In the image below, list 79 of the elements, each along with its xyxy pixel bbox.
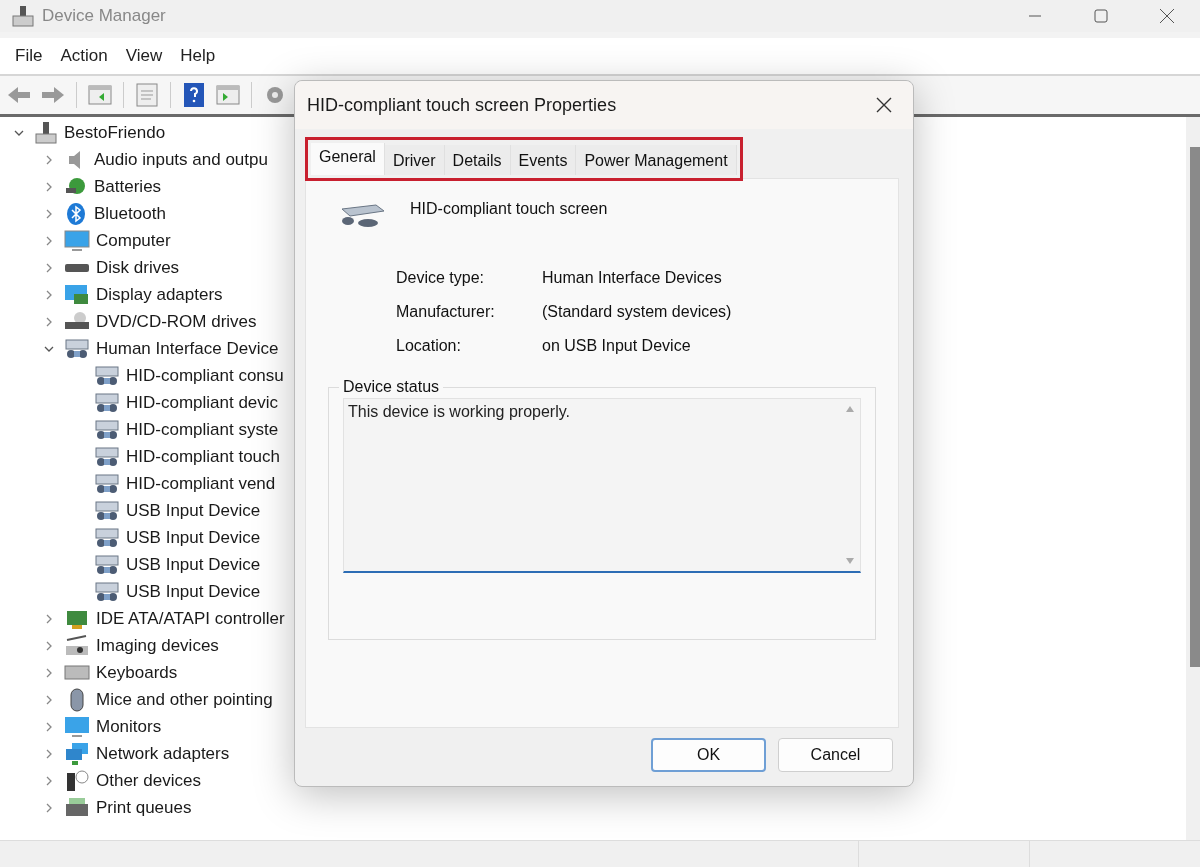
scroll-up-icon[interactable] <box>845 405 855 413</box>
menu-item[interactable]: Help <box>171 44 225 68</box>
tree-item-label[interactable]: Batteries <box>94 176 162 197</box>
status-text-box[interactable]: This device is working properly. <box>343 398 861 573</box>
tree-item-label[interactable]: DVD/CD-ROM drives <box>96 311 257 332</box>
display-adapter-icon <box>64 282 90 307</box>
tree-item-label[interactable]: Monitors <box>96 716 162 737</box>
chevron-right-icon[interactable] <box>44 748 54 759</box>
status-text: This device is working properly. <box>347 402 571 422</box>
unknown-device-icon <box>64 768 90 793</box>
property-value: Human Interface Devices <box>542 269 723 287</box>
tree-item-label[interactable]: Computer <box>96 230 171 251</box>
maximize-icon[interactable] <box>1094 9 1108 23</box>
camera-icon <box>64 633 90 658</box>
chevron-right-icon[interactable] <box>44 208 54 219</box>
tree-item-label[interactable]: Display adapters <box>96 284 223 305</box>
chevron-right-icon[interactable] <box>44 613 54 624</box>
tab[interactable]: Events <box>510 145 577 175</box>
window-title: Device Manager <box>42 6 166 26</box>
chevron-right-icon[interactable] <box>44 694 54 705</box>
device-name: HID-compliant touch screen <box>410 200 608 218</box>
chevron-right-icon[interactable] <box>44 154 54 165</box>
chevron-right-icon[interactable] <box>44 181 54 192</box>
app-icon <box>12 5 34 27</box>
tab[interactable]: Power Management <box>576 145 737 175</box>
tree-item-label[interactable]: Bluetooth <box>94 203 166 224</box>
tree-item-label[interactable]: Human Interface Device <box>96 338 279 359</box>
chevron-right-icon[interactable] <box>44 262 54 273</box>
tree-item-label[interactable]: HID-compliant devic <box>126 392 279 413</box>
tree-item-label[interactable]: Audio inputs and outpu <box>94 149 268 170</box>
monitor-icon <box>64 228 90 253</box>
scrollbar-thumb[interactable] <box>1190 147 1200 667</box>
menu-item[interactable]: View <box>116 44 172 68</box>
menu-item[interactable]: File <box>6 44 52 68</box>
computer-icon <box>34 120 58 145</box>
tab[interactable]: Driver <box>384 145 445 175</box>
monitor-icon <box>64 714 90 739</box>
close-icon[interactable] <box>1159 8 1175 24</box>
tab[interactable]: General <box>311 143 385 175</box>
scroll-down-icon[interactable] <box>845 557 855 565</box>
tree-item-label[interactable]: IDE ATA/ATAPI controller <box>96 608 285 629</box>
chevron-right-icon[interactable] <box>44 316 54 327</box>
tree-item-label[interactable]: Mice and other pointing <box>96 689 273 710</box>
tree-item-label[interactable]: BestoFriendo <box>64 122 166 143</box>
menu-item[interactable]: Action <box>51 44 117 68</box>
drive-icon <box>64 263 90 272</box>
tree-item-label[interactable]: HID-compliant syste <box>126 419 279 440</box>
chevron-right-icon[interactable] <box>44 775 54 786</box>
dialog-button[interactable]: Cancel <box>778 738 893 772</box>
property-value: (Standard system devices) <box>542 303 733 321</box>
property-label: Device type: <box>396 269 486 287</box>
tree-item-label[interactable]: Print queues <box>96 797 192 818</box>
tree-item-label[interactable]: USB Input Device <box>126 581 261 602</box>
dialog-button[interactable]: OK <box>651 738 766 772</box>
tree-item-label[interactable]: USB Input Device <box>126 527 261 548</box>
property-label: Manufacturer: <box>396 303 496 321</box>
chevron-right-icon[interactable] <box>44 235 54 246</box>
tree-item-label[interactable]: Disk drives <box>96 257 180 278</box>
tree-item-label[interactable]: USB Input Device <box>126 500 261 521</box>
tree-item-label[interactable]: USB Input Device <box>126 554 261 575</box>
network-icon <box>64 741 90 766</box>
tree-item-label[interactable]: HID-compliant touch <box>126 446 280 467</box>
property-label: Location: <box>396 337 462 355</box>
close-icon[interactable] <box>875 96 893 114</box>
tree-item-label[interactable]: Other devices <box>96 770 201 791</box>
chevron-right-icon[interactable] <box>44 802 54 813</box>
tab[interactable]: Details <box>444 145 511 175</box>
tree-item-label[interactable]: Imaging devices <box>96 635 219 656</box>
chevron-right-icon[interactable] <box>44 640 54 651</box>
chevron-right-icon[interactable] <box>44 721 54 732</box>
tree-item-label[interactable]: Network adapters <box>96 743 230 764</box>
tree-item-label[interactable]: HID-compliant consu <box>126 365 284 386</box>
dialog-title: HID-compliant touch screen Properties <box>307 94 617 116</box>
bluetooth-icon <box>64 201 88 226</box>
property-value: on USB Input Device <box>542 337 692 355</box>
chevron-right-icon[interactable] <box>44 289 54 300</box>
tree-item-label[interactable]: Keyboards <box>96 662 178 683</box>
tree-item-label[interactable]: HID-compliant vend <box>126 473 276 494</box>
chevron-right-icon[interactable] <box>44 667 54 678</box>
